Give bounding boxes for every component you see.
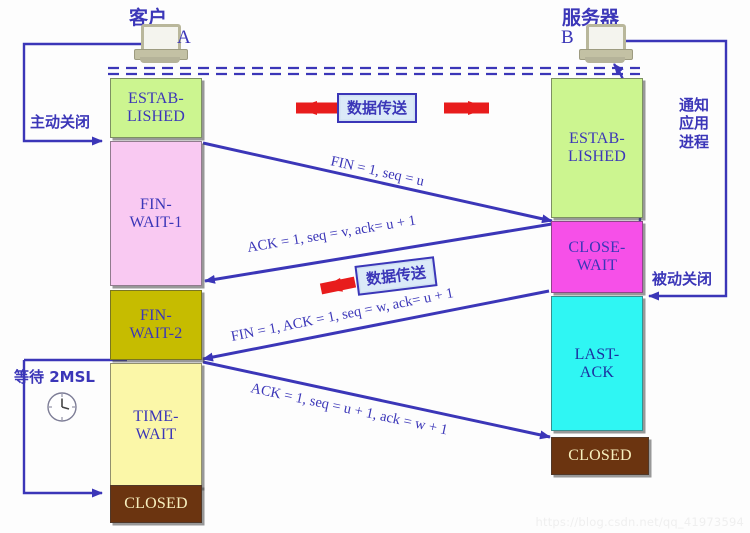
- data-transfer-arrow-middle: [319, 276, 357, 295]
- watermark: https://blog.csdn.net/qq_41973594: [535, 515, 744, 529]
- message-arrow-fin-1: [202, 141, 553, 224]
- message-label-1: FIN = 1, seq = u: [329, 153, 426, 189]
- message-arrow-ack-2: [202, 360, 551, 440]
- wait-2msl-label: 等待 2MSL: [14, 368, 95, 386]
- client-state-time-wait: TIME- WAIT: [110, 363, 202, 488]
- server-host-letter: B: [561, 27, 574, 48]
- client-host-letter: A: [177, 27, 191, 48]
- notify-app-label: 通知应用进程: [678, 96, 709, 151]
- server-state-last-ack: LAST- ACK: [551, 296, 643, 431]
- state-line-2: WAIT: [576, 257, 618, 274]
- state-line-1: CLOSED: [568, 447, 632, 465]
- state-line-2: WAIT-2: [129, 325, 183, 342]
- clock-icon: [47, 392, 77, 422]
- state-line-1: ESTAB-: [569, 130, 625, 148]
- tcp-termination-diagram: FIN = 1, seq = u ACK = 1, seq = v, ack= …: [0, 0, 750, 533]
- server-state-close-wait: CLOSE- WAIT: [551, 221, 643, 293]
- client-state-closed: CLOSED: [110, 485, 202, 523]
- active-close-label: 主动关闭: [30, 113, 91, 131]
- state-line-2: ACK: [579, 363, 615, 381]
- passive-close-label: 被动关闭: [652, 270, 713, 288]
- data-transfer-chip-top: 数据传送: [337, 93, 418, 123]
- state-line-1: TIME-: [133, 407, 179, 425]
- state-line-1: LAST-: [574, 345, 620, 363]
- state-line-2: WAIT: [135, 425, 177, 443]
- state-line-1: ESTAB-: [128, 90, 184, 108]
- state-line-1: FIN-: [140, 195, 172, 213]
- state-line-2: LISHED: [567, 148, 627, 165]
- state-line-1: CLOSE-: [568, 239, 626, 257]
- state-line-2: WAIT-1: [129, 213, 183, 231]
- server-state-closed: CLOSED: [551, 437, 649, 475]
- state-line-1: CLOSED: [124, 495, 188, 513]
- state-line-1: FIN-: [140, 307, 172, 325]
- server-laptop-icon: [578, 24, 633, 64]
- state-line-2: LISHED: [126, 108, 186, 125]
- server-state-established: ESTAB- LISHED: [551, 78, 643, 218]
- client-state-fin-wait-2: FIN- WAIT-2: [110, 290, 202, 360]
- client-state-fin-wait-1: FIN- WAIT-1: [110, 141, 202, 286]
- client-state-established: ESTAB- LISHED: [110, 78, 202, 138]
